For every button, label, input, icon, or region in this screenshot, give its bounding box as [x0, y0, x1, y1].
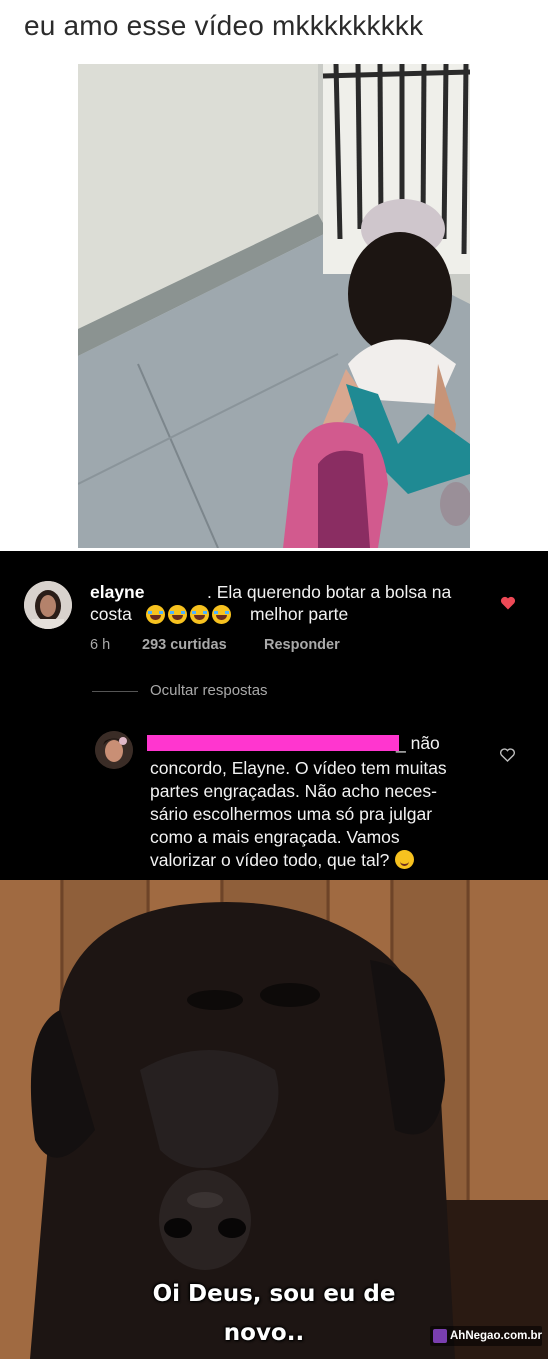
site-watermark: AhNegao.com.br: [430, 1326, 542, 1346]
comment-text-line-1: . Ela querendo botar a bolsa na: [207, 582, 452, 602]
video-frame-illustration: [78, 64, 470, 548]
reply-text-line: partes engraçadas. Não acho neces-: [150, 781, 437, 801]
reply-avatar[interactable]: [95, 731, 133, 769]
wink-emoji: [395, 850, 415, 869]
reply-text-line: sário escolhermos uma só pra julgar: [150, 804, 433, 824]
reply-username-suffix: _ não: [396, 733, 440, 753]
comment-text-end: melhor parte: [250, 604, 349, 624]
reply-avatar-photo: [95, 731, 133, 769]
avatar-photo: [24, 581, 72, 629]
reply-text-line: concordo, Elayne. O vídeo tem muitas: [150, 758, 447, 778]
comments-section: elayne . Ela querendo botar a bolsa na c…: [0, 551, 548, 880]
heart-filled-icon[interactable]: [500, 595, 516, 611]
divider: [92, 691, 138, 692]
caption-text: eu amo esse vídeo mkkkkkkkkk: [24, 10, 424, 41]
watermark-text: AhNegao.com.br: [450, 1330, 543, 1342]
joy-emoji: [168, 605, 187, 624]
comment-timestamp: 6 h: [90, 637, 111, 653]
comment-username[interactable]: elayne: [90, 581, 144, 603]
meme-caption-line-1: Oi Deus, sou eu de: [152, 1281, 396, 1307]
post-caption: eu amo esse vídeo mkkkkkkkkk: [0, 0, 548, 62]
reply-text-line: como a mais engraçada. Vamos: [150, 827, 400, 847]
redacted-username-bar: [147, 735, 399, 751]
comment-likes[interactable]: 293 curtidas: [142, 637, 227, 653]
joy-emoji: [146, 605, 165, 624]
reply-button[interactable]: Responder: [264, 637, 340, 653]
hide-replies-button[interactable]: Ocultar respostas: [150, 682, 268, 699]
heart-outline-icon[interactable]: [499, 747, 516, 763]
video-frame[interactable]: [78, 64, 470, 548]
reply-text-line-last: valorizar o vídeo todo, que tal?: [150, 849, 415, 872]
comment-text-start: costa: [90, 604, 132, 624]
reply-text: valorizar o vídeo todo, que tal?: [150, 850, 390, 870]
avatar[interactable]: [24, 581, 72, 629]
joy-emoji: [212, 605, 231, 624]
joy-emoji-group: [146, 605, 234, 625]
joy-emoji: [190, 605, 209, 624]
watermark-logo-icon: [433, 1329, 447, 1343]
